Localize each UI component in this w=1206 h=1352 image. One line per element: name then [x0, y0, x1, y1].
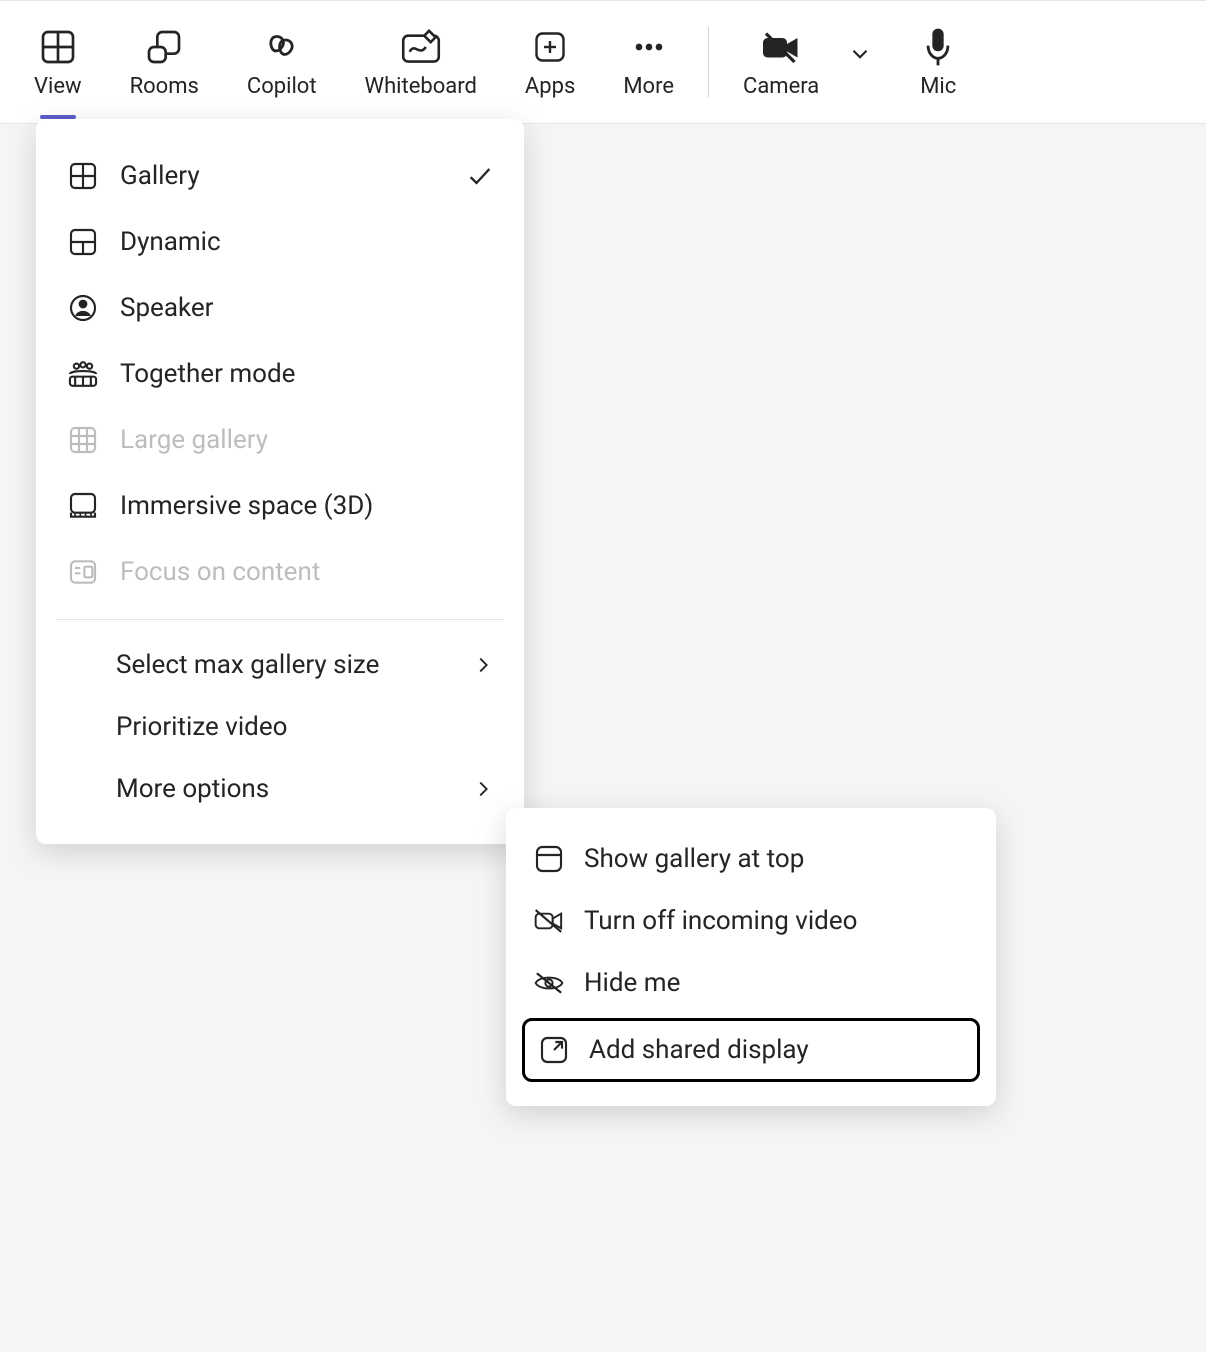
menu-item-label: Large gallery [120, 425, 268, 455]
menu-item-label: More options [116, 774, 269, 804]
eye-off-icon [532, 966, 566, 1000]
large-gallery-icon [66, 423, 100, 457]
shared-display-icon [537, 1033, 571, 1067]
toolbar-apps-button[interactable]: Apps [501, 1, 599, 123]
apps-plus-icon [529, 26, 571, 68]
chevron-right-icon [472, 654, 494, 676]
more-options-submenu: Show gallery at top Turn off incoming vi… [506, 808, 996, 1106]
toolbar-copilot-label: Copilot [247, 74, 317, 99]
menu-item-label: Show gallery at top [584, 844, 804, 874]
menu-item-large-gallery: Large gallery [36, 407, 524, 473]
menu-item-label: Immersive space (3D) [120, 491, 373, 521]
menu-item-label: Add shared display [589, 1035, 809, 1065]
menu-item-label: Speaker [120, 293, 214, 323]
camera-chevron-down-icon[interactable] [847, 41, 873, 67]
toolbar-mic-button[interactable]: Mic [893, 1, 983, 123]
view-menu: Gallery Dynamic Speaker [36, 119, 524, 844]
menu-item-gallery[interactable]: Gallery [36, 143, 524, 209]
menu-item-label: Hide me [584, 968, 680, 998]
rooms-icon [143, 26, 185, 68]
grid-icon [37, 26, 79, 68]
mic-icon [917, 26, 959, 68]
menu-item-prioritize-video[interactable]: Prioritize video [36, 696, 524, 758]
dynamic-icon [66, 225, 100, 259]
copilot-icon [261, 26, 303, 68]
menu-item-label: Focus on content [120, 557, 320, 587]
toolbar-rooms-button[interactable]: Rooms [106, 1, 223, 123]
gallery-icon [66, 159, 100, 193]
menu-item-label: Dynamic [120, 227, 221, 257]
menu-item-label: Together mode [120, 359, 295, 389]
menu-divider [56, 619, 504, 620]
toolbar-apps-label: Apps [525, 74, 575, 99]
menu-item-speaker[interactable]: Speaker [36, 275, 524, 341]
submenu-turn-off-incoming-video[interactable]: Turn off incoming video [506, 890, 996, 952]
camera-off-icon [760, 26, 802, 68]
together-mode-icon [66, 357, 100, 391]
check-icon [466, 162, 494, 190]
menu-item-label: Prioritize video [116, 712, 287, 742]
more-ellipsis-icon [628, 26, 670, 68]
toolbar-more-label: More [623, 74, 674, 99]
toolbar-more-button[interactable]: More [599, 1, 698, 123]
toolbar-divider [708, 27, 709, 97]
menu-item-focus-on-content: Focus on content [36, 539, 524, 605]
menu-item-label: Gallery [120, 161, 200, 191]
toolbar-mic-label: Mic [920, 74, 956, 99]
whiteboard-icon [400, 26, 442, 68]
toolbar-camera-button[interactable]: Camera [719, 26, 843, 99]
submenu-show-gallery-top[interactable]: Show gallery at top [506, 828, 996, 890]
toolbar-camera-label: Camera [743, 74, 819, 99]
submenu-hide-me[interactable]: Hide me [506, 952, 996, 1014]
video-off-icon [532, 904, 566, 938]
immersive-space-icon [66, 489, 100, 523]
menu-item-immersive-space[interactable]: Immersive space (3D) [36, 473, 524, 539]
menu-item-label: Select max gallery size [116, 650, 379, 680]
toolbar-copilot-button[interactable]: Copilot [223, 1, 341, 123]
toolbar-rooms-label: Rooms [130, 74, 199, 99]
menu-item-label: Turn off incoming video [584, 906, 857, 936]
toolbar-whiteboard-button[interactable]: Whiteboard [341, 1, 501, 123]
toolbar-whiteboard-label: Whiteboard [365, 74, 477, 99]
toolbar-view-button[interactable]: View [10, 1, 106, 123]
chevron-right-icon [472, 778, 494, 800]
focus-content-icon [66, 555, 100, 589]
speaker-icon [66, 291, 100, 325]
submenu-add-shared-display[interactable]: Add shared display [522, 1018, 980, 1082]
menu-item-more-options[interactable]: More options [36, 758, 524, 820]
toolbar-view-label: View [34, 74, 82, 99]
meeting-toolbar: View Rooms Copilot Whiteboard [0, 0, 1206, 124]
menu-item-dynamic[interactable]: Dynamic [36, 209, 524, 275]
menu-item-together-mode[interactable]: Together mode [36, 341, 524, 407]
menu-item-select-max-gallery-size[interactable]: Select max gallery size [36, 634, 524, 696]
gallery-top-icon [532, 842, 566, 876]
